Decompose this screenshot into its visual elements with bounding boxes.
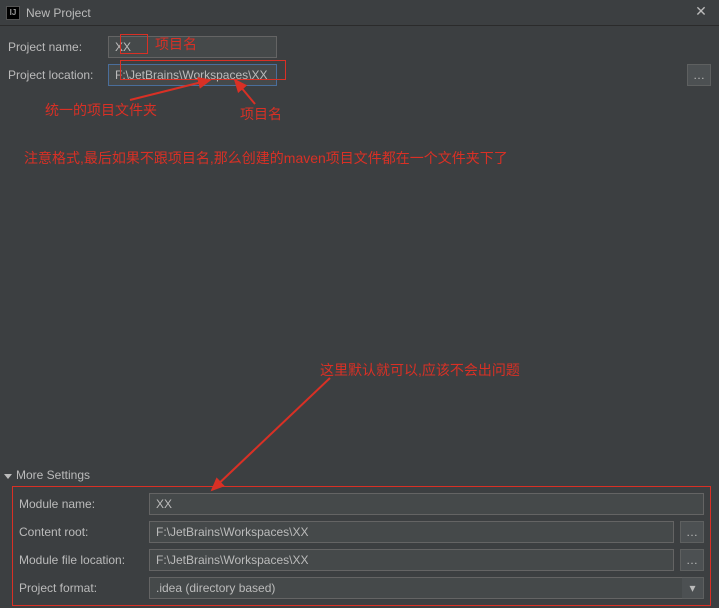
module-name-input[interactable]	[149, 493, 704, 515]
close-icon[interactable]: ✕	[691, 3, 711, 20]
dropdown-arrow-icon[interactable]: ▾	[682, 577, 704, 599]
content-root-label: Content root:	[19, 525, 149, 539]
row-module-file-location: Module file location: …	[19, 549, 704, 571]
browse-module-file-button[interactable]: …	[680, 549, 704, 571]
more-settings-panel: Module name: Content root: … Module file…	[12, 486, 711, 606]
module-file-location-input[interactable]	[149, 549, 674, 571]
annotation-unified-folder: 统一的项目文件夹	[45, 100, 157, 120]
row-module-name: Module name:	[19, 493, 704, 515]
module-file-location-label: Module file location:	[19, 553, 149, 567]
content-root-input[interactable]	[149, 521, 674, 543]
module-name-label: Module name:	[19, 497, 149, 511]
project-format-label: Project format:	[19, 581, 149, 595]
project-form: Project name: Project location: …	[0, 26, 719, 86]
row-content-root: Content root: …	[19, 521, 704, 543]
browse-location-button[interactable]: …	[687, 64, 711, 86]
row-project-format: Project format: .idea (directory based) …	[19, 577, 704, 599]
project-location-input[interactable]	[108, 64, 277, 86]
window-title: New Project	[26, 6, 91, 20]
row-project-name: Project name:	[8, 36, 711, 58]
annotation-project-name-below: 项目名	[240, 104, 282, 124]
more-settings-toggle[interactable]: More Settings	[4, 468, 90, 482]
project-name-input[interactable]	[108, 36, 277, 58]
project-location-label: Project location:	[8, 68, 108, 82]
annotation-default-ok: 这里默认就可以,应该不会出问题	[320, 360, 520, 380]
project-format-select[interactable]: .idea (directory based)	[149, 577, 682, 599]
browse-content-root-button[interactable]: …	[680, 521, 704, 543]
row-project-location: Project location: …	[8, 64, 711, 86]
project-name-label: Project name:	[8, 40, 108, 54]
chevron-down-icon	[4, 474, 12, 479]
more-settings-label: More Settings	[16, 468, 90, 482]
annotation-warning: 注意格式,最后如果不跟项目名,那么创建的maven项目文件都在一个文件夹下了	[24, 148, 508, 168]
titlebar: IJ New Project ✕	[0, 0, 719, 26]
app-icon: IJ	[6, 6, 20, 20]
